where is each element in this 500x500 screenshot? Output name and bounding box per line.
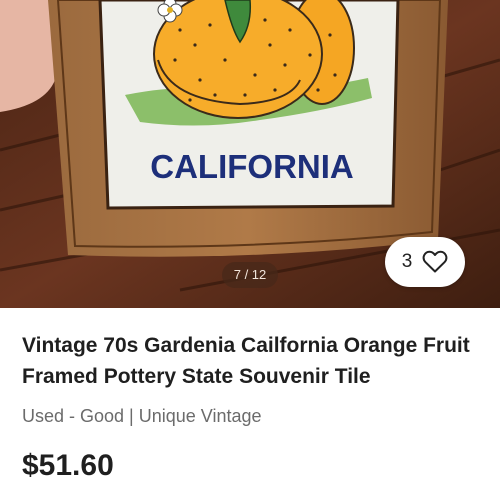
product-photo-gallery[interactable]: CALIFORNIA 7 / 12 3 bbox=[0, 0, 500, 308]
heart-outline-icon bbox=[422, 250, 448, 273]
listing-details: Vintage 70s Gardenia Cailfornia Orange F… bbox=[22, 330, 482, 483]
listing-title: Vintage 70s Gardenia Cailfornia Orange F… bbox=[22, 334, 470, 388]
image-counter: 7 / 12 bbox=[222, 262, 278, 288]
like-button[interactable]: 3 bbox=[385, 237, 465, 287]
listing-condition: Used - Good | Unique Vintage bbox=[22, 406, 262, 426]
tile-text: CALIFORNIA bbox=[150, 148, 353, 185]
like-count: 3 bbox=[401, 251, 413, 272]
listing-price: $51.60 bbox=[22, 449, 114, 482]
